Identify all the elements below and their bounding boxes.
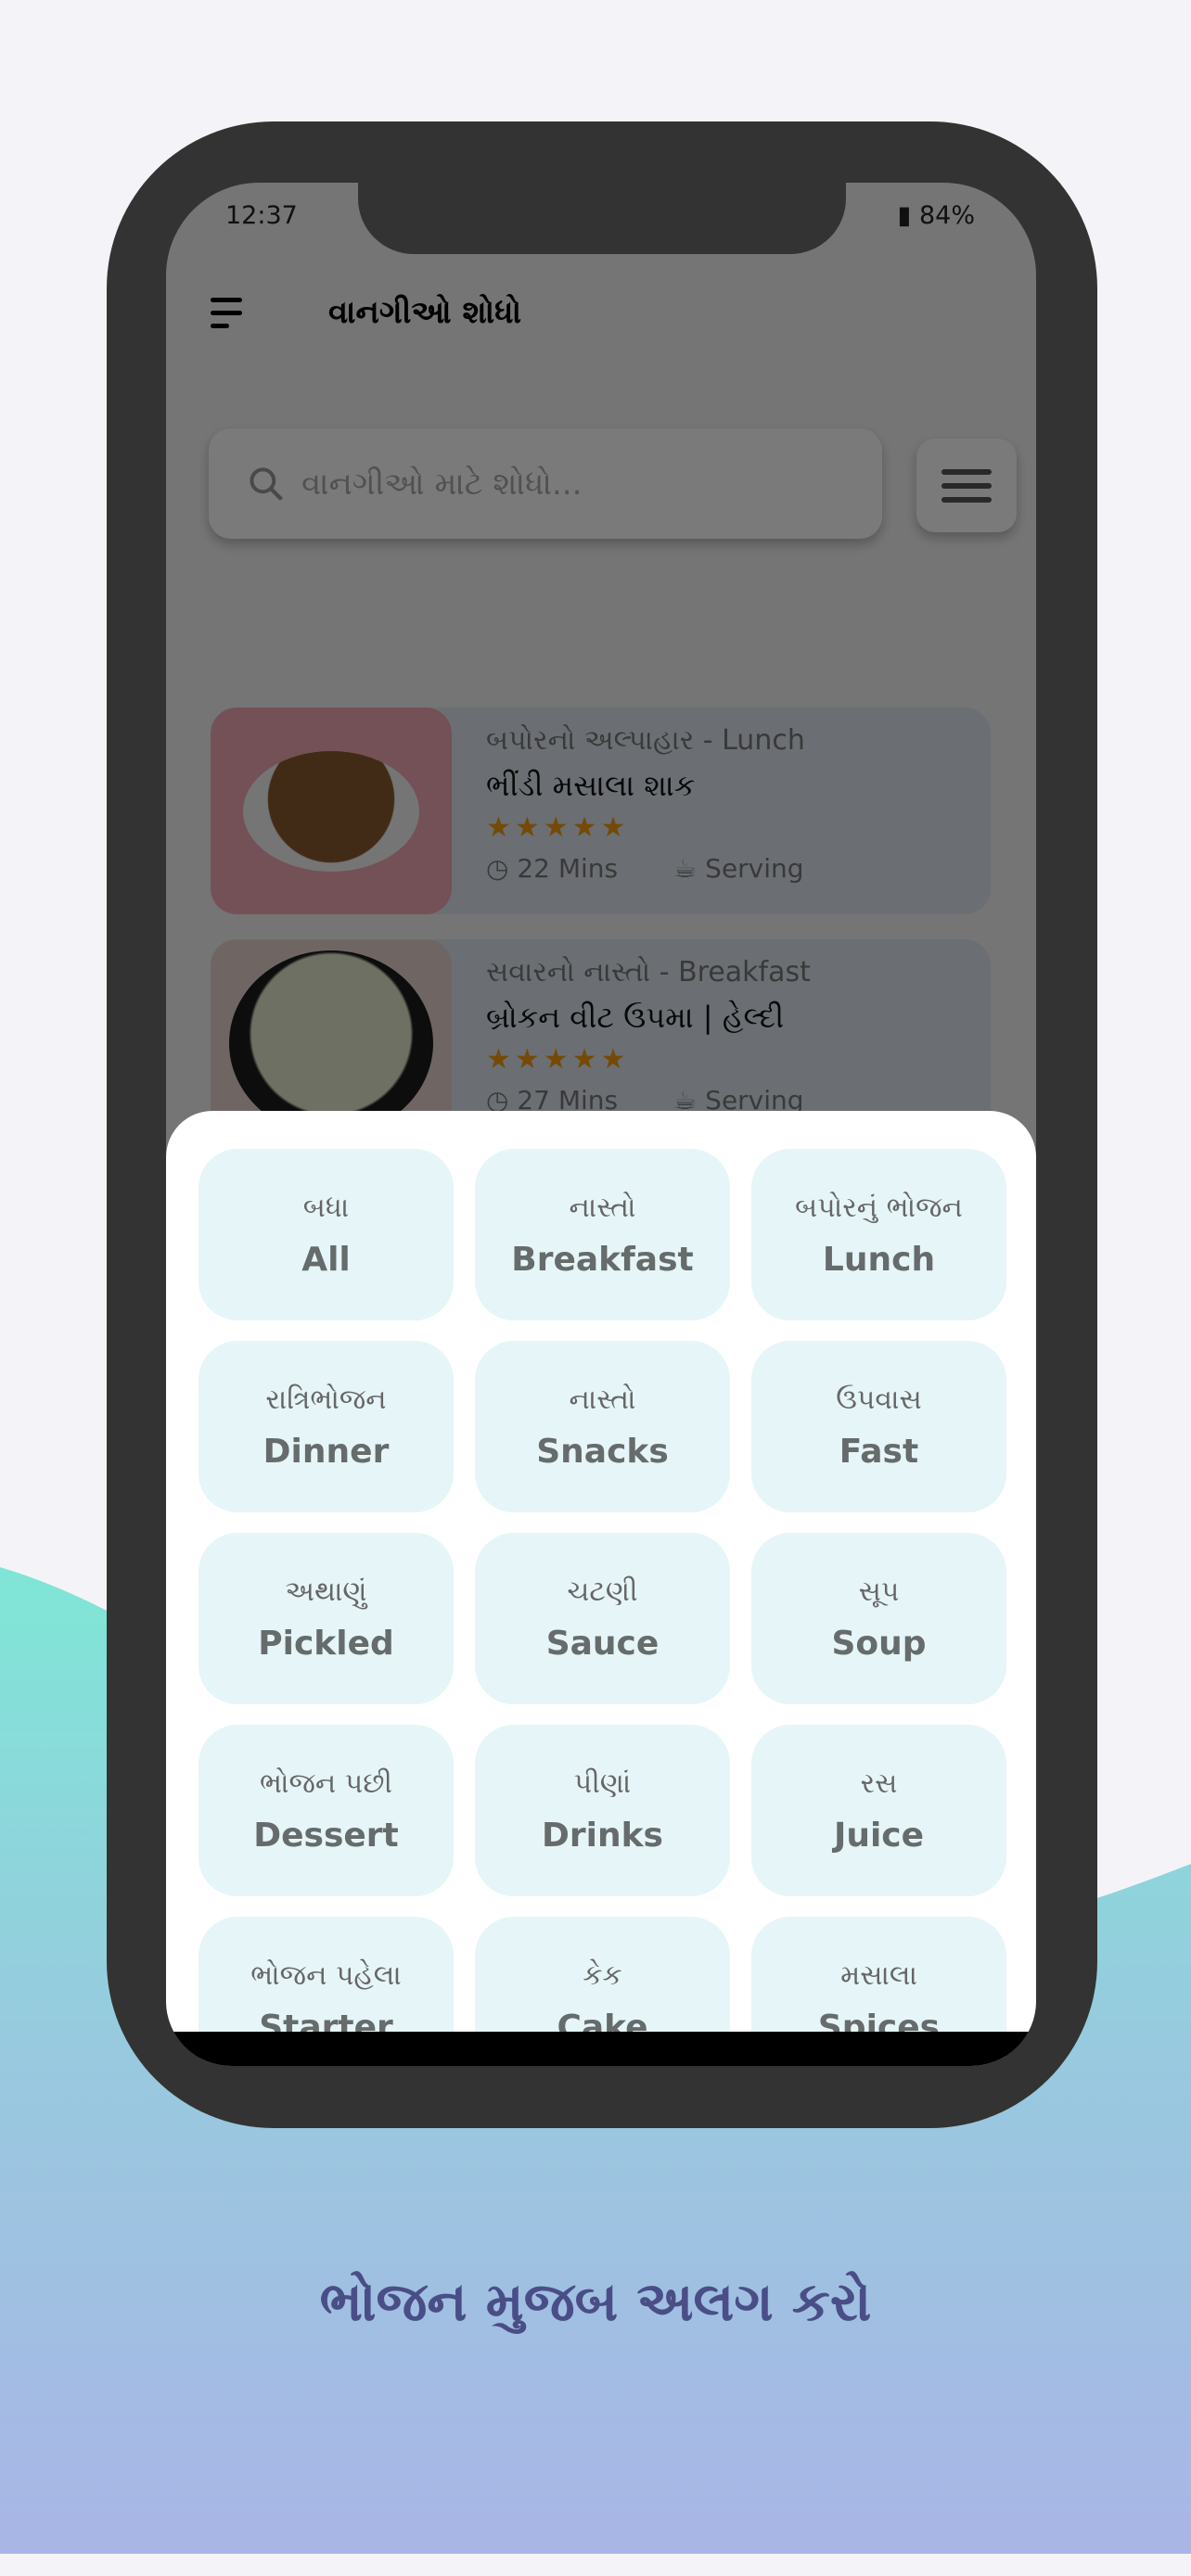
menu-icon[interactable] xyxy=(211,298,242,335)
recipe-time: 22 Mins xyxy=(517,853,619,884)
category-label-en: Fast xyxy=(839,1432,919,1471)
category-all[interactable]: બધા All xyxy=(198,1149,454,1320)
category-label-gu: ભોજન પહેલા xyxy=(250,1958,402,1992)
category-lunch[interactable]: બપોરનું ભોજન Lunch xyxy=(751,1149,1006,1320)
system-nav-bar xyxy=(166,2032,1036,2066)
category-pickled[interactable]: અથાણું Pickled xyxy=(198,1533,454,1704)
category-label-en: Breakfast xyxy=(511,1240,694,1279)
category-label-gu: સૂપ xyxy=(858,1575,900,1608)
category-label-gu: ઉપવાસ xyxy=(836,1383,922,1416)
filter-menu-button[interactable] xyxy=(916,439,1017,532)
category-label-gu: બપોરનું ભોજન xyxy=(795,1191,963,1224)
category-label-gu: મસાલા xyxy=(840,1958,917,1992)
app-screen: 12:37 ▮ 84% વાનગીઓ શોધો વાનગીઓ માટે શોધો… xyxy=(166,183,1036,2066)
category-juice[interactable]: રસ Juice xyxy=(751,1725,1006,1896)
category-label-gu: અથાણું xyxy=(285,1575,367,1608)
recipe-image xyxy=(211,708,452,914)
category-soup[interactable]: સૂપ Soup xyxy=(751,1533,1006,1704)
search-input[interactable]: વાનગીઓ માટે શોધો... xyxy=(209,428,882,539)
category-label-en: Pickled xyxy=(258,1624,394,1663)
category-label-en: Drinks xyxy=(542,1816,663,1855)
rating-stars: ★★★★★ xyxy=(486,1043,630,1076)
category-label-gu: બધા xyxy=(302,1191,350,1224)
phone-frame: 12:37 ▮ 84% વાનગીઓ શોધો વાનગીઓ માટે શોધો… xyxy=(107,121,1097,2128)
category-grid: બધા All નાસ્તો Breakfast બપોરનું ભોજન Lunch રા… xyxy=(198,1149,1006,2066)
category-label-gu: પીણાં xyxy=(573,1766,632,1800)
category-breakfast[interactable]: નાસ્તો Breakfast xyxy=(475,1149,730,1320)
cup-icon: ☕ Serving xyxy=(673,853,804,884)
category-label-en: Dessert xyxy=(253,1816,399,1855)
category-dinner[interactable]: રાત્રિભોજન Dinner xyxy=(198,1341,454,1512)
category-snacks[interactable]: નાસ્તો Snacks xyxy=(475,1341,730,1512)
category-label-en: Soup xyxy=(831,1624,927,1663)
status-time: 12:37 xyxy=(225,201,298,230)
category-sauce[interactable]: ચટણી Sauce xyxy=(475,1533,730,1704)
category-label-en: Sauce xyxy=(545,1624,660,1663)
category-label-gu: ભોજન પછી xyxy=(259,1766,392,1800)
category-label-gu: રાત્રિભોજન xyxy=(265,1383,387,1416)
notch xyxy=(358,183,846,254)
recipe-category: સવારનો નાસ્તો - Breakfast xyxy=(486,956,811,988)
category-label-gu: ચટણી xyxy=(567,1575,638,1608)
category-label-en: All xyxy=(301,1240,351,1279)
caption: ભોજન મુજબ અલગ કરો xyxy=(319,2270,872,2333)
category-label-en: Juice xyxy=(833,1816,925,1855)
battery-level: 84% xyxy=(918,201,975,230)
category-label-gu: નાસ્તો xyxy=(569,1191,636,1224)
bottom-strip xyxy=(0,2554,1191,2576)
status-battery: ▮ 84% xyxy=(898,201,975,230)
category-label-en: Dinner xyxy=(263,1432,390,1471)
recipe-category: બપોરનો અલ્પાહાર - Lunch xyxy=(486,724,805,757)
recipe-name: બ્રોકન વીટ ઉપમા | હેલ્દી xyxy=(486,1000,785,1035)
category-label-en: Snacks xyxy=(536,1432,669,1471)
category-label-gu: કેક xyxy=(583,1958,622,1992)
recipe-card[interactable]: બપોરનો અલ્પાહાર - Lunch ભીંડી મસાલા શાક … xyxy=(211,708,991,914)
category-label-gu: રસ xyxy=(860,1766,898,1800)
signal-icon: ▮ xyxy=(897,201,919,230)
category-label-en: Lunch xyxy=(822,1240,936,1279)
recipe-serving: Serving xyxy=(705,853,804,884)
clock-icon: ◷ 22 Mins xyxy=(486,853,619,884)
category-label-gu: નાસ્તો xyxy=(569,1383,636,1416)
category-drinks[interactable]: પીણાં Drinks xyxy=(475,1725,730,1896)
category-dessert[interactable]: ભોજન પછી Dessert xyxy=(198,1725,454,1896)
rating-stars: ★★★★★ xyxy=(486,811,630,844)
search-placeholder: વાનગીઓ માટે શોધો... xyxy=(301,465,583,503)
recipe-name: ભીંડી મસાલા શાક xyxy=(486,768,696,803)
page-title: વાનગીઓ શોધો xyxy=(328,294,522,331)
category-bottom-sheet: બધા All નાસ્તો Breakfast બપોરનું ભોજન Lunch રા… xyxy=(166,1111,1036,2066)
search-icon xyxy=(250,466,284,501)
category-fast[interactable]: ઉપવાસ Fast xyxy=(751,1341,1006,1512)
